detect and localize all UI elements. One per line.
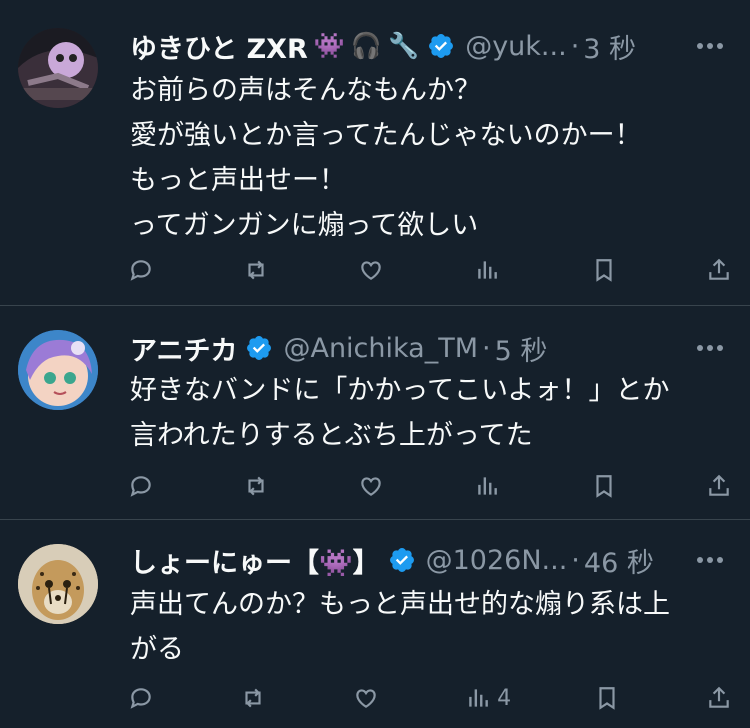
views-button[interactable]: 4 <box>465 678 511 718</box>
share-icon <box>709 474 729 496</box>
tweet[interactable]: アニチカ @Anichika_TM · 5 秒 好きなバンドに「かかってこいよォ… <box>0 306 750 520</box>
tweet-line: もっと声出せー！ <box>130 165 346 196</box>
avatar[interactable] <box>18 28 98 108</box>
bookmark-button[interactable] <box>591 466 621 506</box>
heart-icon <box>361 477 382 496</box>
more-options-icon[interactable] <box>692 540 728 580</box>
timestamp[interactable]: 46 秒 <box>584 541 654 580</box>
avatar[interactable] <box>18 330 98 410</box>
analytics-icon <box>477 261 497 279</box>
tweet-line: 言われたりするとぶち上がってた <box>130 420 533 451</box>
tweet-line: お前らの声はそんなもんか？ <box>130 75 481 106</box>
like-button[interactable] <box>353 678 383 718</box>
tweet-line: がる <box>130 634 184 665</box>
tweet[interactable]: しょーにゅー【👾】 @1026N... · 46 秒 声出てんのか？もっと声出せ… <box>0 520 750 728</box>
more-options-icon[interactable] <box>692 26 728 66</box>
verified-badge-icon <box>429 34 454 58</box>
share-button[interactable] <box>706 678 736 718</box>
reply-button[interactable] <box>128 250 158 290</box>
tweet-header: ゆきひと ZXR 👾 🎧 🔧 @yuk... · 3 秒 <box>130 26 728 66</box>
reply-icon <box>130 260 151 281</box>
avatar[interactable] <box>18 544 98 624</box>
action-bar <box>128 250 736 290</box>
action-bar <box>128 466 736 506</box>
timestamp[interactable]: 5 秒 <box>495 329 548 368</box>
timestamp[interactable]: 3 秒 <box>583 27 636 66</box>
display-name[interactable]: アニチカ <box>130 329 237 368</box>
share-button[interactable] <box>706 466 736 506</box>
analytics-icon <box>477 477 497 495</box>
reply-icon <box>130 476 151 497</box>
like-button[interactable] <box>358 250 388 290</box>
heart-icon <box>356 689 376 708</box>
tweet-line: 声出てんのか？もっと声出せ的な煽り系は上 <box>130 589 670 620</box>
tweet-line: 愛が強いとか言ってたんじゃないのかー！ <box>130 120 642 151</box>
tweet-line: ってガンガンに煽って欲しい <box>130 210 479 241</box>
tweet-text: 声出てんのか？もっと声出せ的な煽り系は上 がる <box>130 582 730 672</box>
repost-button[interactable] <box>240 678 270 718</box>
reply-button[interactable] <box>128 466 158 506</box>
separator-dot: · <box>570 30 580 62</box>
tweet-header: アニチカ @Anichika_TM · 5 秒 <box>130 328 728 368</box>
wrench-emoji: 🔧 <box>388 31 420 60</box>
bookmark-icon <box>596 259 612 282</box>
heart-icon <box>361 261 382 280</box>
reply-icon <box>130 688 151 709</box>
tweet-text: お前らの声はそんなもんか？ 愛が強いとか言ってたんじゃないのかー！ もっと声出せ… <box>130 68 730 248</box>
repost-icon <box>248 260 264 280</box>
handle[interactable]: @yuk... <box>465 31 566 62</box>
headphones-emoji: 🎧 <box>350 31 383 60</box>
tweet-header: しょーにゅー【👾】 @1026N... · 46 秒 <box>130 540 728 580</box>
handle[interactable]: @1026N... <box>426 545 568 576</box>
bookmark-icon <box>598 687 615 710</box>
bookmark-icon <box>596 475 612 498</box>
share-button[interactable] <box>706 250 736 290</box>
bookmark-button[interactable] <box>594 678 624 718</box>
separator-dot: · <box>571 544 580 576</box>
views-count: 4 <box>497 685 512 711</box>
repost-button[interactable] <box>243 466 273 506</box>
tweet[interactable]: ゆきひと ZXR 👾 🎧 🔧 @yuk... · 3 秒 お前らの声はそんなもん… <box>0 0 750 306</box>
verified-badge-icon <box>389 548 414 572</box>
share-icon <box>709 258 729 280</box>
display-name[interactable]: しょーにゅー【👾】 <box>130 541 380 580</box>
views-button[interactable] <box>474 250 506 290</box>
handle[interactable]: @Anichika_TM <box>283 333 478 364</box>
more-options-icon[interactable] <box>692 328 728 368</box>
display-name[interactable]: ゆきひと ZXR <box>130 27 308 66</box>
repost-button[interactable] <box>243 250 273 290</box>
repost-icon <box>245 688 261 708</box>
tweet-line: 好きなバンドに「かかってこいよォ！」とか <box>130 375 670 406</box>
action-bar: 4 <box>128 678 736 718</box>
share-icon <box>709 686 729 708</box>
bookmark-button[interactable] <box>591 250 621 290</box>
views-button[interactable] <box>474 466 506 506</box>
analytics-icon <box>469 689 489 707</box>
verified-badge-icon <box>247 336 272 360</box>
alien-monster-emoji: 👾 <box>313 31 345 60</box>
separator-dot: · <box>482 332 491 364</box>
repost-icon <box>248 476 264 496</box>
tweet-text: 好きなバンドに「かかってこいよォ！」とか 言われたりするとぶち上がってた <box>130 368 730 458</box>
like-button[interactable] <box>358 466 388 506</box>
reply-button[interactable] <box>128 678 158 718</box>
